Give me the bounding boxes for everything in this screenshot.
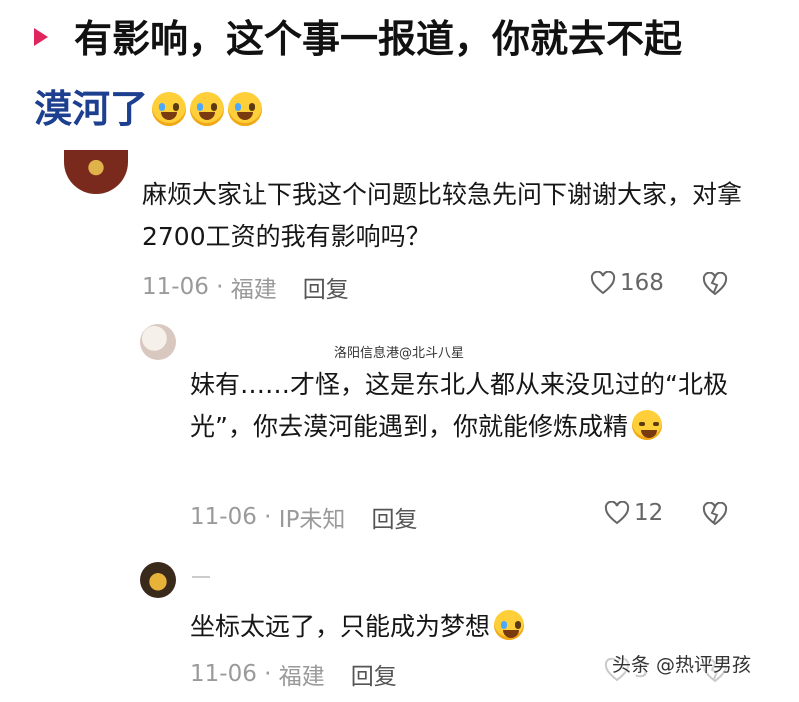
play-triangle-icon — [34, 28, 48, 46]
comment-text: 坐标太远了，只能成为梦想 — [190, 606, 750, 648]
comment-text: 妹有……才怪，这是东北人都从来没见过的“北极光”，你去漠河能遇到，你就能修炼成精 — [190, 370, 728, 441]
reply-button[interactable]: 回复 — [371, 500, 417, 534]
username-placeholder — [192, 576, 210, 578]
like-count: 168 — [620, 270, 664, 296]
comment-date: 11-06 — [142, 274, 209, 300]
reply-button[interactable]: 回复 — [351, 657, 397, 691]
comment-meta: 11-06 · 福建 回复 — [142, 270, 349, 304]
broken-heart-icon[interactable] — [702, 272, 728, 296]
broken-heart-icon[interactable] — [702, 502, 728, 526]
comment-location: IP未知 — [278, 507, 346, 533]
grinning-sweat-emoji-icon — [631, 410, 662, 440]
headline-line1: 有影响，这个事一报道，你就去不起 — [74, 17, 683, 61]
comment-date: 11-06 — [190, 661, 257, 687]
corner-watermark: 头条 @热评男孩 — [612, 654, 752, 676]
comment-location: 福建 — [278, 664, 325, 690]
comment-meta: 11-06 · IP未知 回复 — [190, 500, 417, 534]
like-button[interactable]: 168 — [590, 270, 664, 296]
headline-line2: 漠河了 — [34, 87, 149, 131]
avatar[interactable] — [140, 562, 176, 598]
comment-text: 麻烦大家让下我这个问题比较急先问下谢谢大家，对拿2700工资的我有影响吗？ — [142, 180, 743, 251]
like-count: 12 — [634, 500, 664, 526]
crying-laugh-emoji-icon — [152, 92, 187, 126]
comment-date: 11-06 — [190, 504, 257, 530]
like-button[interactable]: 12 — [604, 500, 663, 526]
post-headline: 有影响，这个事一报道，你就去不起 漠河了 — [34, 4, 774, 144]
reply-button[interactable]: 回复 — [303, 270, 349, 304]
crying-laugh-emoji-icon — [190, 92, 225, 126]
heart-icon — [604, 501, 630, 525]
crying-laugh-emoji-icon — [228, 92, 263, 126]
comment-meta: 11-06 · 福建 回复 — [190, 657, 397, 691]
crying-emoji-icon — [494, 610, 525, 640]
watermark-text: 洛阳信息港@北斗八星 — [334, 346, 465, 361]
avatar[interactable] — [140, 324, 176, 360]
avatar[interactable] — [64, 150, 128, 194]
comment-location: 福建 — [230, 277, 277, 303]
heart-icon — [590, 271, 616, 295]
